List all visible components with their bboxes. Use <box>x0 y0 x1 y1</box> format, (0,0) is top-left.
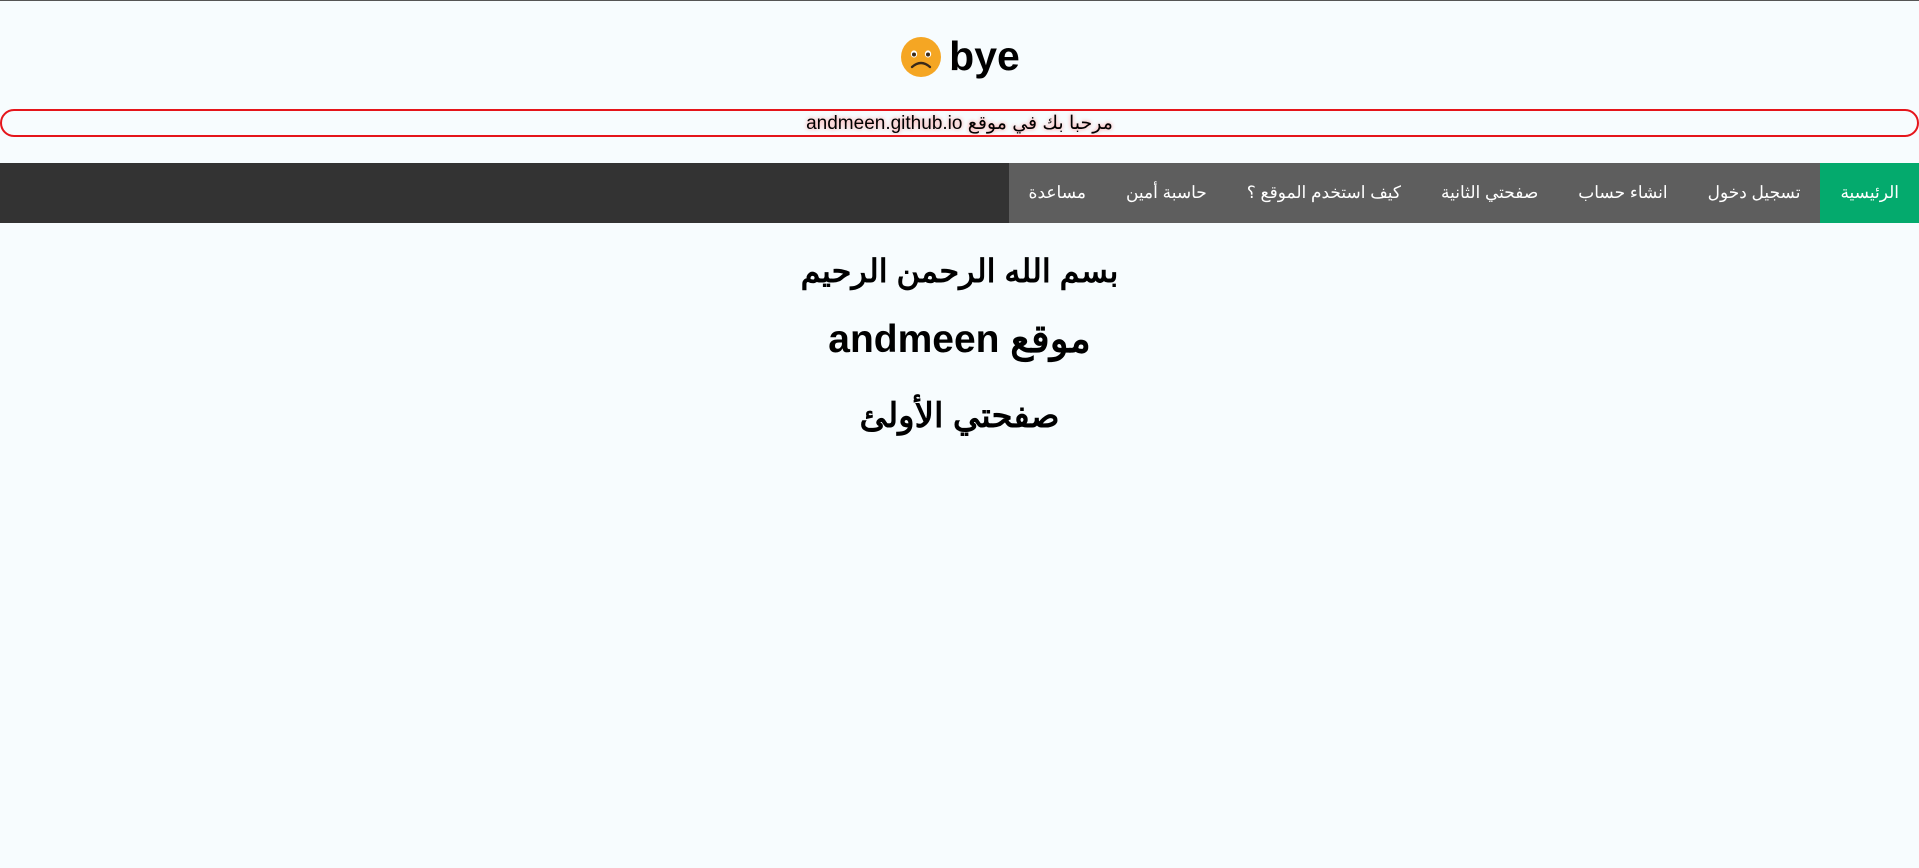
main-content: بسم الله الرحمن الرحيم موقع andmeen صفحت… <box>0 223 1919 441</box>
nav-item-home[interactable]: الرئيسية <box>1820 163 1919 223</box>
basmala-heading: بسم الله الرحمن الرحيم <box>800 253 1119 289</box>
nav-item-help[interactable]: مساعدة <box>1009 163 1106 223</box>
nav-item-register[interactable]: انشاء حساب <box>1558 163 1687 223</box>
site-header: bye <box>0 1 1919 112</box>
site-heading: موقع andmeen <box>828 318 1091 361</box>
nav-items: الرئيسية تسجيل دخول انشاء حساب صفحتي الث… <box>1008 163 1919 223</box>
nav-item-login[interactable]: تسجيل دخول <box>1688 163 1821 223</box>
welcome-banner: مرحبا بك في موقع andmeen.github.io <box>0 109 1919 137</box>
site-title: bye <box>0 1 1919 112</box>
page-heading: صفحتي الأولئ <box>859 397 1060 435</box>
site-title-text: bye <box>949 33 1020 79</box>
top-navigation: الرئيسية تسجيل دخول انشاء حساب صفحتي الث… <box>0 163 1919 223</box>
welcome-text: مرحبا بك في موقع andmeen.github.io <box>806 112 1113 134</box>
nav-item-second-page[interactable]: صفحتي الثانية <box>1421 163 1558 223</box>
nav-item-how-to-use[interactable]: كيف استخدم الموقع ؟ <box>1227 163 1421 223</box>
nav-item-calculator[interactable]: حاسبة أمين <box>1106 163 1227 223</box>
worried-face-icon <box>899 35 943 79</box>
